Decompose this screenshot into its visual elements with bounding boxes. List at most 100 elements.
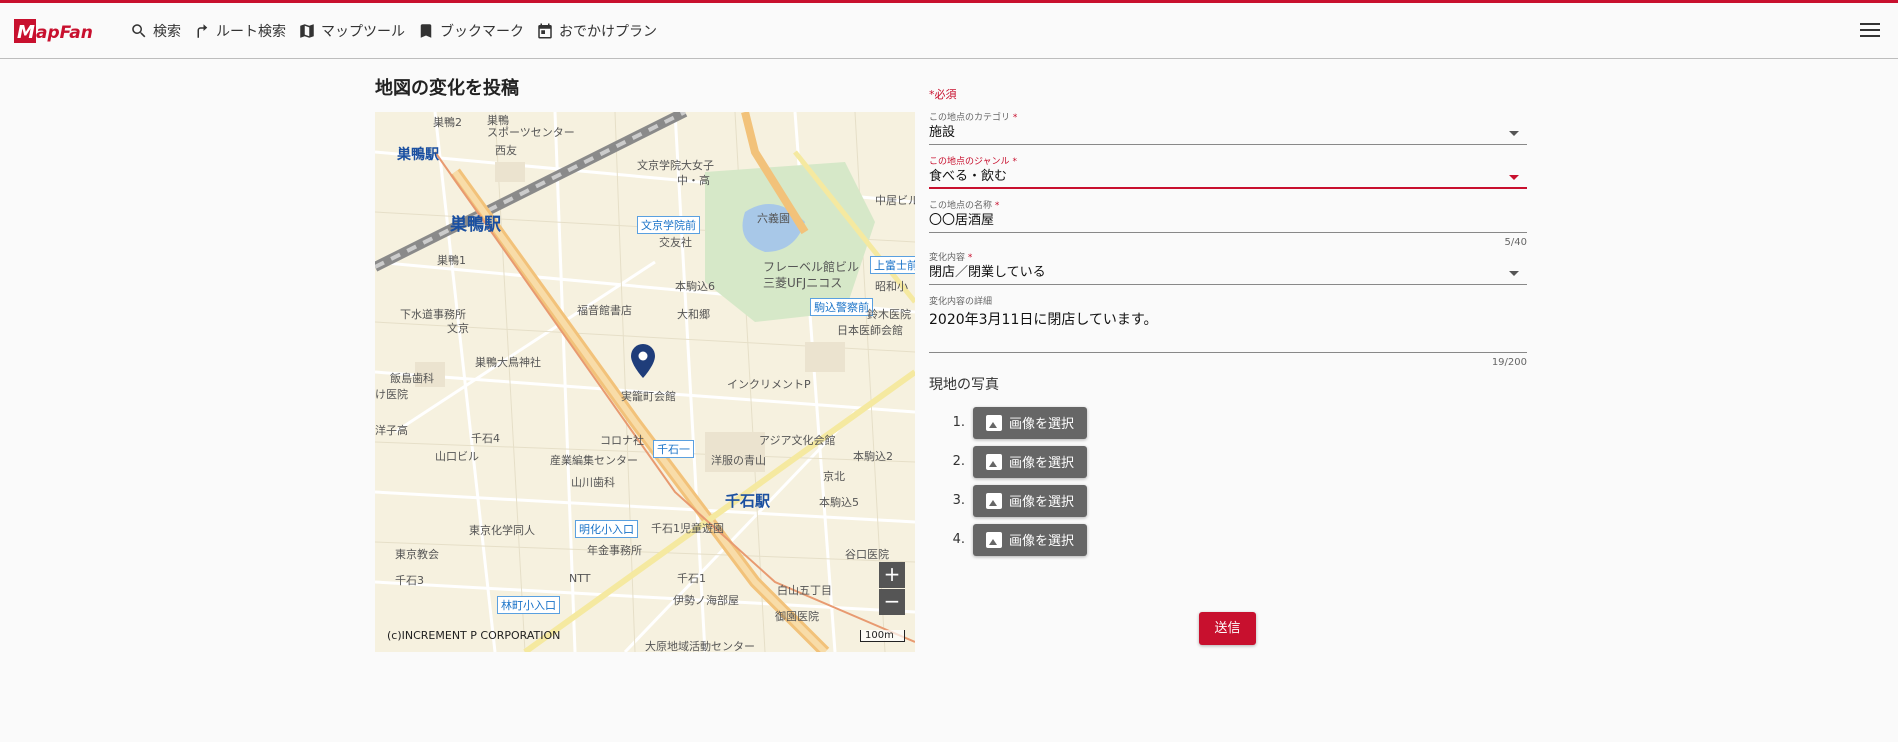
map-label: 御園医院 (775, 610, 819, 623)
mapfan-logo[interactable]: M apFan (14, 17, 112, 45)
required-mark: * (994, 201, 1000, 211)
bookmark-icon (420, 24, 432, 38)
name-value: 〇〇居酒屋 (929, 213, 995, 228)
map-label: 本駒込5 (819, 496, 859, 509)
nav-outing-plan-label: おでかけプラン (559, 24, 657, 40)
map-label: 巣鴨1 (437, 254, 466, 267)
map-sign: 駒込警察前 (810, 298, 873, 316)
map-label: 中・高 (677, 174, 710, 187)
map-sign: 上富士前 (870, 256, 915, 274)
photo-item: 2. 画像を選択 (947, 445, 1527, 478)
name-counter: 5/40 (1504, 237, 1527, 248)
required-mark: * (1012, 157, 1017, 167)
map-label: 伊勢ノ海部屋 (673, 594, 739, 607)
map-sign: 千石一 (653, 440, 694, 458)
post-form: *必須 この地点のカテゴリ * 施設 この地点のジャンル * 食べる・飲む この… (929, 86, 1527, 562)
category-select[interactable]: この地点のカテゴリ * 施設 (929, 110, 1527, 145)
map-label: 交友社 (659, 236, 692, 249)
map-label: フレーベル館ビル (763, 260, 860, 274)
image-icon (986, 453, 1002, 470)
map-label: 産業編集センター (550, 454, 638, 467)
zoom-in-button[interactable]: + (879, 562, 905, 588)
map-label: 白山五丁目 (777, 584, 832, 597)
category-label: この地点のカテゴリ (929, 113, 1011, 123)
nav-outing-plan[interactable]: おでかけプラン (536, 21, 657, 41)
image-icon (986, 492, 1002, 509)
select-image-button[interactable]: 画像を選択 (973, 406, 1088, 439)
nav-search-label: 検索 (153, 24, 181, 40)
map-label: 巣鴨駅 (397, 147, 439, 163)
search-icon (132, 24, 146, 38)
map-sign: 明化小入口 (575, 520, 638, 538)
required-note: *必須 (929, 88, 957, 101)
map-base (375, 112, 915, 652)
image-icon (986, 414, 1002, 431)
map-label: 鈴木医院 (867, 308, 911, 321)
map-label: 千石駅 (725, 492, 771, 510)
map-label: 山川歯科 (571, 476, 615, 489)
map-label: 東京教会 (395, 548, 439, 561)
route-icon (197, 24, 208, 38)
photo-item: 1. 画像を選択 (947, 406, 1527, 439)
image-icon (986, 531, 1002, 548)
map-label: 西友 (495, 144, 517, 157)
select-image-button[interactable]: 画像を選択 (973, 484, 1088, 517)
map-label: 飯島歯科 (390, 372, 434, 385)
hamburger-menu-icon[interactable] (1860, 23, 1880, 41)
nav-bookmark[interactable]: ブックマーク (417, 21, 524, 41)
map-label: 実籠町会館 (621, 390, 676, 403)
select-image-button[interactable]: 画像を選択 (973, 445, 1088, 478)
map-sign: 文京学院前 (637, 216, 700, 234)
photo-item: 4. 画像を選択 (947, 523, 1527, 556)
header-bar: M apFan 検索 ルート検索 マップツール ブックマーク おでかけプラン (0, 0, 1898, 59)
map-label: 六義園 (757, 212, 790, 225)
map-icon (300, 24, 314, 38)
map-label: 日本医師会館 (837, 324, 903, 337)
map-label: 巣鴨2 (433, 116, 462, 129)
svg-text:apFan: apFan (36, 23, 93, 43)
category-value: 施設 (929, 125, 956, 140)
photo-number: 4. (952, 532, 965, 547)
nav-bookmark-label: ブックマーク (440, 24, 524, 40)
zoom-out-button[interactable]: − (879, 589, 905, 615)
change-select[interactable]: 変化内容 * 閉店／閉業している (929, 250, 1527, 285)
genre-label: この地点のジャンル (929, 157, 1010, 167)
required-mark: * (967, 253, 973, 263)
map-label: 本駒込6 (675, 280, 715, 293)
nav-route[interactable]: ルート検索 (193, 21, 286, 41)
map-label: 大原地域活動センター (645, 640, 755, 652)
detail-field[interactable]: 変化内容の詳細 2020年3月11日に閉店しています。 19/200 (929, 294, 1527, 368)
photo-list: 1. 画像を選択 2. 画像を選択 3. 画像を選択 4. 画像を選択 (947, 406, 1527, 556)
nav-map-tools[interactable]: マップツール (298, 21, 405, 41)
main-nav: 検索 ルート検索 マップツール ブックマーク おでかけプラン (130, 21, 669, 41)
genre-select[interactable]: この地点のジャンル * 食べる・飲む (929, 154, 1527, 189)
map-label: 本駒込2 (853, 450, 893, 463)
map-label: 千石1児童遊園 (651, 522, 724, 535)
photo-section-title: 現地の写真 (929, 377, 999, 393)
submit-button[interactable]: 送信 (1199, 612, 1256, 645)
map-label: 文京 (447, 322, 469, 335)
map-label: アジア文化会館 (759, 434, 836, 447)
map-label: 千石3 (395, 574, 424, 587)
name-label: この地点の名称 (929, 201, 993, 211)
photo-number: 3. (952, 493, 965, 508)
map-label: 中居ビル (875, 194, 915, 207)
map-label: NTT (569, 572, 591, 585)
map-view[interactable]: 巣鴨駅 巣鴨駅 千石駅 巣鴨2 巣鴨 スポーツセンター 西友 文京学院大女子 中… (375, 112, 915, 652)
map-label: 巣鴨駅 (450, 215, 501, 235)
map-label: 洋子高 (375, 424, 408, 437)
map-label: け医院 (375, 388, 408, 401)
nav-map-tools-label: マップツール (321, 24, 405, 40)
nav-search[interactable]: 検索 (130, 21, 181, 41)
detail-label: 変化内容の詳細 (929, 297, 993, 307)
name-field[interactable]: この地点の名称 * 〇〇居酒屋 5/40 (929, 198, 1527, 248)
detail-counter: 19/200 (1491, 357, 1527, 368)
map-label: 大和郷 (677, 308, 710, 321)
map-label: 千石1 (677, 572, 706, 585)
calendar-icon (538, 23, 552, 39)
map-label: コロナ社 (600, 434, 644, 447)
map-label: 洋服の青山 (711, 454, 766, 467)
genre-value: 食べる・飲む (929, 169, 1008, 184)
change-label: 変化内容 (929, 253, 966, 263)
select-image-button[interactable]: 画像を選択 (973, 523, 1088, 556)
